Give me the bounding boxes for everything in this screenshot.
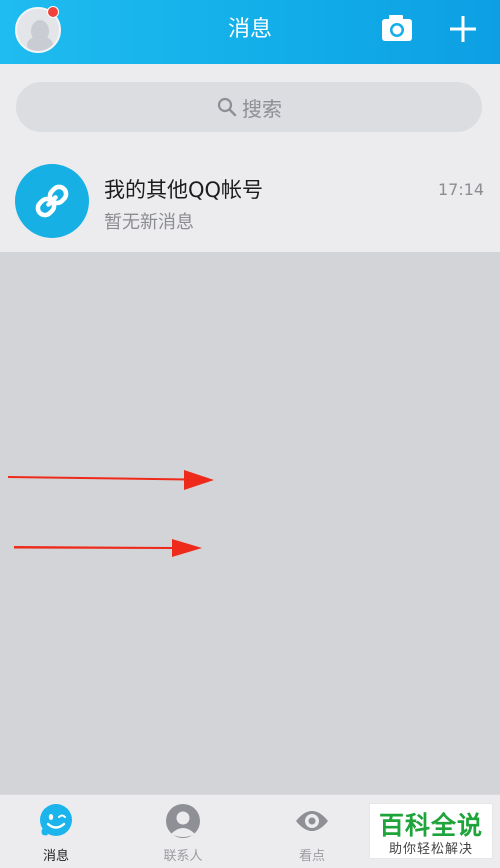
tab-messages[interactable]: 消息 bbox=[6, 795, 106, 868]
watermark-logo: 百科全说 助你轻松解决 bbox=[369, 803, 493, 859]
conversation-name: 我的其他QQ帐号 bbox=[104, 178, 264, 202]
watermark-title: 百科全说 bbox=[378, 811, 483, 840]
search-placeholder: 搜索 bbox=[242, 96, 282, 121]
plus-icon bbox=[450, 16, 476, 42]
page-title: 消息 bbox=[227, 17, 272, 42]
tab-label: 联系人 bbox=[163, 849, 203, 864]
conversation-item[interactable]: 我的其他QQ帐号 暂无新消息 17:14 bbox=[0, 152, 500, 252]
conversation-avatar bbox=[15, 164, 89, 238]
tab-label: 消息 bbox=[42, 849, 69, 864]
tab-label: 看点 bbox=[298, 849, 325, 864]
tab-kandian[interactable]: 看点 bbox=[262, 795, 362, 868]
conversation-time: 17:14 bbox=[438, 180, 485, 199]
camera-button[interactable] bbox=[380, 13, 414, 45]
add-button[interactable] bbox=[446, 12, 480, 46]
link-icon bbox=[35, 184, 69, 218]
qq-smile-icon bbox=[40, 804, 72, 836]
eye-icon bbox=[296, 811, 328, 831]
camera-icon bbox=[382, 15, 412, 41]
annotation-arrow-1 bbox=[8, 470, 214, 490]
search-icon bbox=[217, 97, 237, 117]
search-input[interactable]: 搜索 bbox=[16, 82, 482, 132]
watermark-subtitle: 助你轻松解决 bbox=[388, 842, 473, 857]
annotation-arrow-2 bbox=[14, 539, 202, 557]
contact-person-icon bbox=[166, 804, 200, 838]
tab-contacts[interactable]: 联系人 bbox=[133, 795, 233, 868]
conversation-preview: 暂无新消息 bbox=[104, 212, 194, 233]
search-section: 搜索 bbox=[0, 64, 500, 152]
title-bar: 消息 bbox=[0, 0, 500, 64]
